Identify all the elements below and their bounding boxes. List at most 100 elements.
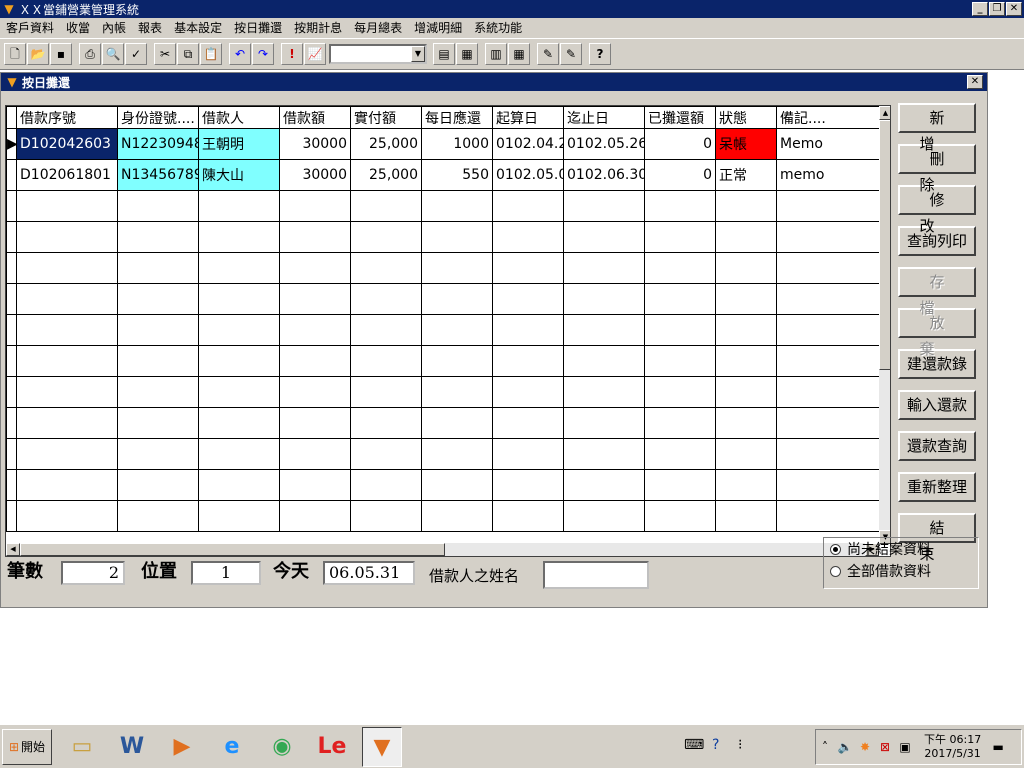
menu-changes[interactable]: 增減明細 (408, 18, 468, 38)
cut-icon[interactable]: ✂ (154, 43, 176, 65)
toolbar-combo[interactable]: ▼ (329, 44, 427, 64)
cell-end-date[interactable]: 0102.06.30 (563, 159, 645, 191)
media-player-icon[interactable]: ▶ (162, 727, 202, 767)
cell-amount[interactable]: 30000 (279, 159, 351, 191)
chrome-icon[interactable]: ◉ (262, 727, 302, 767)
empty-row[interactable] (6, 345, 880, 377)
save-icon[interactable]: ▪ (50, 43, 72, 65)
close-button[interactable]: ✕ (1006, 2, 1022, 16)
cell-paid[interactable]: 25,000 (350, 159, 422, 191)
avast-icon[interactable]: ✸ (856, 740, 874, 754)
empty-row[interactable] (6, 190, 880, 222)
col-start-date[interactable]: 起算日 (492, 106, 564, 129)
col-status[interactable]: 狀態 (715, 106, 777, 129)
col-loan-no[interactable]: 借款序號 (16, 106, 118, 129)
save-button[interactable]: 存檔 (898, 267, 976, 317)
scroll-up-icon[interactable]: ▲ (879, 106, 890, 120)
print-preview-icon[interactable]: 🔍 (102, 43, 124, 65)
query-print-button[interactable]: 查詢列印 (898, 226, 976, 256)
help-circle-icon[interactable]: ? (712, 737, 719, 753)
cell-borrower[interactable]: 王朝明 (198, 128, 280, 160)
cell-borrower[interactable]: 陳大山 (198, 159, 280, 191)
empty-row[interactable] (6, 314, 880, 346)
cell-memo[interactable]: memo (776, 159, 880, 191)
vertical-scrollbar[interactable]: ▲ ▼ (879, 106, 890, 544)
cell-loan-no[interactable]: D102061801 (16, 159, 118, 191)
cell-start-date[interactable]: 0102.04.27 (492, 128, 564, 160)
radio-checked-icon[interactable] (830, 543, 841, 555)
cell-start-date[interactable]: 0102.05.01 (492, 159, 564, 191)
cell-status[interactable]: 正常 (715, 159, 777, 191)
menu-pawn[interactable]: 收當 (60, 18, 96, 38)
menu-settings[interactable]: 基本設定 (168, 18, 228, 38)
keyboard-icon[interactable]: ⌨ (684, 737, 704, 753)
menu-internal[interactable]: 內帳 (96, 18, 132, 38)
radio-open-loans[interactable]: 尚未結案資料 (824, 538, 978, 560)
radio-unchecked-icon[interactable] (830, 565, 841, 577)
table-row[interactable]: D102061801 N134567893 陳大山 30000 25,000 5… (6, 159, 880, 191)
copy-icon[interactable]: ⧉ (177, 43, 199, 65)
cell-memo[interactable]: Memo (776, 128, 880, 160)
empty-row[interactable] (6, 438, 880, 470)
cell-daily-due[interactable]: 550 (421, 159, 493, 191)
ime-icon[interactable]: ⁝ (738, 737, 742, 753)
new-file-icon[interactable]: 🗋 (4, 43, 26, 65)
borrower-name-input[interactable] (543, 561, 649, 589)
table-row[interactable]: ▶ D102042603 N122309487 王朝明 30000 25,000… (6, 128, 880, 160)
file-explorer-icon[interactable]: ▭ (62, 727, 102, 767)
minimize-button[interactable]: _ (972, 2, 988, 16)
cell-paid[interactable]: 25,000 (350, 128, 422, 160)
empty-row[interactable] (6, 252, 880, 284)
cell-repaid[interactable]: 0 (644, 159, 716, 191)
cell-id-no[interactable]: N122309487 (117, 128, 199, 160)
edit-form-icon[interactable]: ✎ (537, 43, 559, 65)
menu-system[interactable]: 系統功能 (468, 18, 528, 38)
radio-all-loans[interactable]: 全部借款資料 (824, 560, 978, 582)
chevron-down-icon[interactable]: ▼ (411, 46, 425, 62)
col-id-no[interactable]: 身份證號.... (117, 106, 199, 129)
table-icon[interactable]: ▦ (508, 43, 530, 65)
menu-customer[interactable]: 客戶資料 (0, 18, 60, 38)
col-daily-due[interactable]: 每日應還 (421, 106, 493, 129)
horizontal-scrollbar[interactable]: ◀ ▶ (6, 543, 879, 556)
menu-daily-amortize[interactable]: 按日攤還 (228, 18, 288, 38)
word-icon[interactable]: W (112, 727, 152, 767)
show-hidden-icon[interactable]: ˄ (816, 740, 834, 754)
security-icon[interactable]: ▣ (896, 740, 914, 754)
menu-period-interest[interactable]: 按期計息 (288, 18, 348, 38)
cell-id-no[interactable]: N134567893 (117, 159, 199, 191)
menu-report[interactable]: 報表 (132, 18, 168, 38)
internet-explorer-icon[interactable]: e (212, 727, 252, 767)
delete-button[interactable]: 刪除 (898, 144, 976, 194)
open-folder-icon[interactable]: 📂 (27, 43, 49, 65)
undo-icon[interactable]: ↶ (229, 43, 251, 65)
restore-button[interactable]: ❐ (989, 2, 1005, 16)
create-repayment-button[interactable]: 建還款錄 (898, 349, 976, 379)
empty-row[interactable] (6, 469, 880, 501)
redo-icon[interactable]: ↷ (252, 43, 274, 65)
cell-end-date[interactable]: 0102.05.26 (563, 128, 645, 160)
chart-icon[interactable]: 📈 (304, 43, 326, 65)
volume-icon[interactable]: 🔈 (836, 740, 854, 754)
menu-monthly-summary[interactable]: 每月總表 (348, 18, 408, 38)
cell-amount[interactable]: 30000 (279, 128, 351, 160)
add-button[interactable]: 新增 (898, 103, 976, 153)
cell-status[interactable]: 呆帳 (715, 128, 777, 160)
edit-button[interactable]: 修改 (898, 185, 976, 235)
col-memo[interactable]: 備記.... (776, 106, 880, 129)
col-repaid[interactable]: 已攤還額 (644, 106, 716, 129)
empty-row[interactable] (6, 283, 880, 315)
child-close-button[interactable]: ✕ (967, 75, 983, 89)
empty-row[interactable] (6, 407, 880, 439)
paste-icon[interactable]: 📋 (200, 43, 222, 65)
data-view-icon[interactable]: ▥ (485, 43, 507, 65)
show-desktop-icon[interactable]: ▬ (989, 740, 1007, 754)
repayment-query-button[interactable]: 還款查詢 (898, 431, 976, 461)
le-icon[interactable]: Le (312, 727, 352, 767)
empty-row[interactable] (6, 376, 880, 408)
refresh-button[interactable]: 重新整理 (898, 472, 976, 502)
form-icon[interactable]: ▤ (433, 43, 455, 65)
clock[interactable]: 下午 06:17 2017/5/31 (924, 733, 981, 761)
col-borrower[interactable]: 借款人 (198, 106, 280, 129)
vertical-scroll-thumb[interactable] (879, 120, 890, 370)
